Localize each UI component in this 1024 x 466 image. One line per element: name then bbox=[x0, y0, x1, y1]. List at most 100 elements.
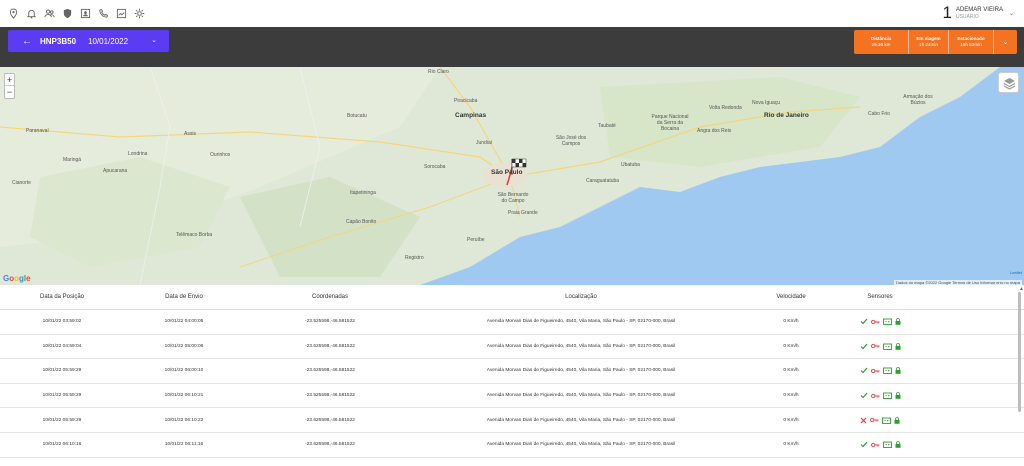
col-location[interactable]: Localização bbox=[416, 294, 746, 300]
map-label-rio-claro: Rio Claro bbox=[428, 69, 449, 75]
cell-position-date: 10/01/22 05:59:29 bbox=[42, 417, 82, 423]
map-label-apucarana: Apucarana bbox=[103, 168, 128, 174]
cell-position-date: 10/01/22 06:10:16 bbox=[42, 442, 82, 448]
report-icon[interactable] bbox=[116, 8, 127, 19]
cell-send-date: 10/01/22 06:10:22 bbox=[164, 417, 204, 423]
back-arrow-icon[interactable]: ← bbox=[22, 36, 32, 47]
positions-table: Data da Posição Data de Envio Coordenada… bbox=[0, 285, 1024, 466]
cell-speed: 0 Km/h bbox=[783, 319, 799, 325]
cell-sensors bbox=[836, 343, 924, 350]
zoom-out-button[interactable]: − bbox=[5, 86, 14, 98]
map-label-rio-de-janeiro: Rio de Janeiro bbox=[764, 112, 809, 119]
gear-icon[interactable] bbox=[134, 8, 145, 19]
battery-icon bbox=[882, 343, 892, 350]
check-icon bbox=[860, 318, 867, 325]
stat-travel-time: Em viagem 1h 24min bbox=[909, 30, 949, 54]
table-row[interactable]: 10/01/22 04:59:04 10/01/22 05:00:06 -23.52… bbox=[0, 335, 1024, 360]
user-menu[interactable]: 1 ADEMAR VIEIRA USUÁRIO ⌄ bbox=[942, 4, 1014, 22]
table-row[interactable]: 10/01/22 05:59:29 10/01/22 06:10:22 -23.52… bbox=[0, 408, 1024, 433]
user-name: ADEMAR VIEIRA bbox=[955, 6, 1003, 13]
map-label-volta-redonda: Volta Redonda bbox=[709, 105, 742, 111]
cell-coordinates: -23.525598,-46.581522 bbox=[305, 343, 355, 349]
id-card-icon[interactable] bbox=[80, 8, 91, 19]
map-label-cabo-frio: Cabo Frio bbox=[868, 111, 890, 117]
map-label-londrina: Londrina bbox=[128, 151, 148, 157]
check-icon bbox=[860, 368, 867, 374]
layers-button[interactable] bbox=[998, 72, 1019, 93]
table-header: Data da Posição Data de Envio Coordenada… bbox=[0, 285, 1024, 310]
map-label-taubate: Taubaté bbox=[598, 123, 616, 129]
users-icon[interactable] bbox=[44, 8, 55, 19]
cell-speed: 0 Km/h bbox=[783, 417, 799, 423]
col-sensors[interactable]: Sensores bbox=[836, 294, 924, 300]
battery-icon bbox=[882, 318, 892, 326]
cell-send-date: 10/01/22 04:00:05 bbox=[164, 319, 204, 325]
map-label-parque: Parque Nacional da Serra da Bocaina bbox=[651, 114, 689, 132]
table-row[interactable]: 10/01/22 03:59:02 10/01/22 04:00:05 -23.52… bbox=[0, 310, 1024, 335]
col-speed[interactable]: Velocidade bbox=[746, 294, 836, 300]
cell-location: Avenida Morvan Dias de Figueiredo, 4540,… bbox=[486, 393, 676, 399]
cell-position-date: 10/01/22 03:59:02 bbox=[42, 319, 82, 325]
key-icon bbox=[870, 393, 879, 398]
battery-icon bbox=[882, 367, 892, 375]
col-position-date[interactable]: Data da Posição bbox=[0, 294, 124, 300]
map-label-registro: Registro bbox=[405, 255, 424, 261]
lock-icon bbox=[895, 392, 900, 399]
table-row[interactable]: 10/01/22 06:10:16 10/01/22 06:11:16 -23.52… bbox=[0, 433, 1024, 458]
trip-stats[interactable]: Distância 29.36 km Em viagem 1h 24min Es… bbox=[854, 30, 1017, 54]
cell-sensors bbox=[836, 392, 924, 400]
cell-send-date: 10/01/22 06:00:10 bbox=[164, 368, 204, 374]
vehicle-selector[interactable]: ← HNP3B50 10/01/2022 ⌄ bbox=[8, 30, 169, 52]
key-icon bbox=[870, 418, 879, 423]
map-label-maringa: Maringá bbox=[63, 157, 82, 163]
check-icon bbox=[860, 392, 867, 399]
table-row[interactable]: 10/01/22 05:59:29 10/01/22 06:00:10 -23.52… bbox=[0, 359, 1024, 384]
chevron-down-icon[interactable]: ⌄ bbox=[151, 36, 157, 44]
cell-send-date: 10/01/22 06:11:16 bbox=[164, 442, 204, 448]
scrollbar[interactable] bbox=[1018, 292, 1021, 412]
cell-position-date: 10/01/22 05:59:29 bbox=[42, 393, 82, 399]
battery-icon bbox=[882, 392, 892, 400]
map-label-sao-bernardo: São Bernardo do Campo bbox=[497, 192, 529, 204]
map-label-jundiai: Jundiaí bbox=[476, 140, 493, 146]
col-send-date[interactable]: Data de Envio bbox=[124, 294, 244, 300]
map-label-paranavai: Paranavaí bbox=[26, 128, 49, 134]
cell-speed: 0 Km/h bbox=[783, 368, 799, 374]
stat-parked-time: Estacionado 15h 53min bbox=[949, 30, 994, 54]
cell-coordinates: -23.525598,-46.581522 bbox=[305, 417, 355, 423]
table-row[interactable]: 10/01/22 05:59:29 10/01/22 06:10:21 -23.52… bbox=[0, 384, 1024, 409]
user-count: 1 bbox=[942, 3, 952, 22]
cell-speed: 0 Km/h bbox=[783, 442, 799, 448]
leaflet-link[interactable]: Leaflet bbox=[1010, 270, 1022, 275]
cell-location: Avenida Morvan Dias de Figueiredo, 4540,… bbox=[486, 368, 676, 374]
map-label-assis: Assis bbox=[184, 131, 196, 137]
map[interactable]: + − Rio Claro Campinas São Paulo São Ber… bbox=[0, 67, 1024, 285]
cell-location: Avenida Morvan Dias de Figueiredo, 4540,… bbox=[486, 343, 676, 349]
cell-sensors bbox=[836, 441, 924, 449]
cell-location: Avenida Morvan Dias de Figueiredo, 4540,… bbox=[486, 319, 676, 325]
chevron-down-icon[interactable]: ⌄ bbox=[994, 30, 1017, 54]
cell-send-date: 10/01/22 05:00:06 bbox=[164, 343, 204, 349]
cell-sensors bbox=[836, 367, 924, 375]
lock-icon bbox=[894, 416, 900, 424]
chevron-down-icon[interactable]: ⌄ bbox=[1009, 10, 1014, 17]
zoom-in-button[interactable]: + bbox=[5, 74, 14, 86]
nav-icons bbox=[0, 8, 145, 19]
google-logo: Google bbox=[3, 274, 31, 283]
col-coordinates[interactable]: Coordenadas bbox=[244, 294, 416, 300]
shield-icon[interactable] bbox=[62, 8, 73, 19]
map-label-piracicaba: Piracicaba bbox=[454, 98, 478, 104]
map-label-praia-grande: Praia Grande bbox=[508, 210, 538, 216]
map-background bbox=[0, 67, 1024, 285]
map-label-nova-iguacu: Nova Iguaçu bbox=[752, 100, 781, 106]
check-icon bbox=[860, 343, 867, 350]
top-nav: 1 ADEMAR VIEIRA USUÁRIO ⌄ bbox=[0, 0, 1024, 27]
phone-icon[interactable] bbox=[98, 8, 109, 19]
map-label-botucatu: Botucatu bbox=[347, 113, 367, 119]
map-label-ubatuba: Ubatuba bbox=[621, 162, 640, 168]
bell-icon[interactable] bbox=[26, 8, 37, 19]
table-body: 10/01/22 03:59:02 10/01/22 04:00:05 -23.52… bbox=[0, 310, 1024, 458]
cell-coordinates: -23.525598,-46.581522 bbox=[305, 368, 355, 374]
cell-sensors bbox=[836, 416, 924, 424]
location-pin-icon[interactable] bbox=[8, 8, 19, 19]
